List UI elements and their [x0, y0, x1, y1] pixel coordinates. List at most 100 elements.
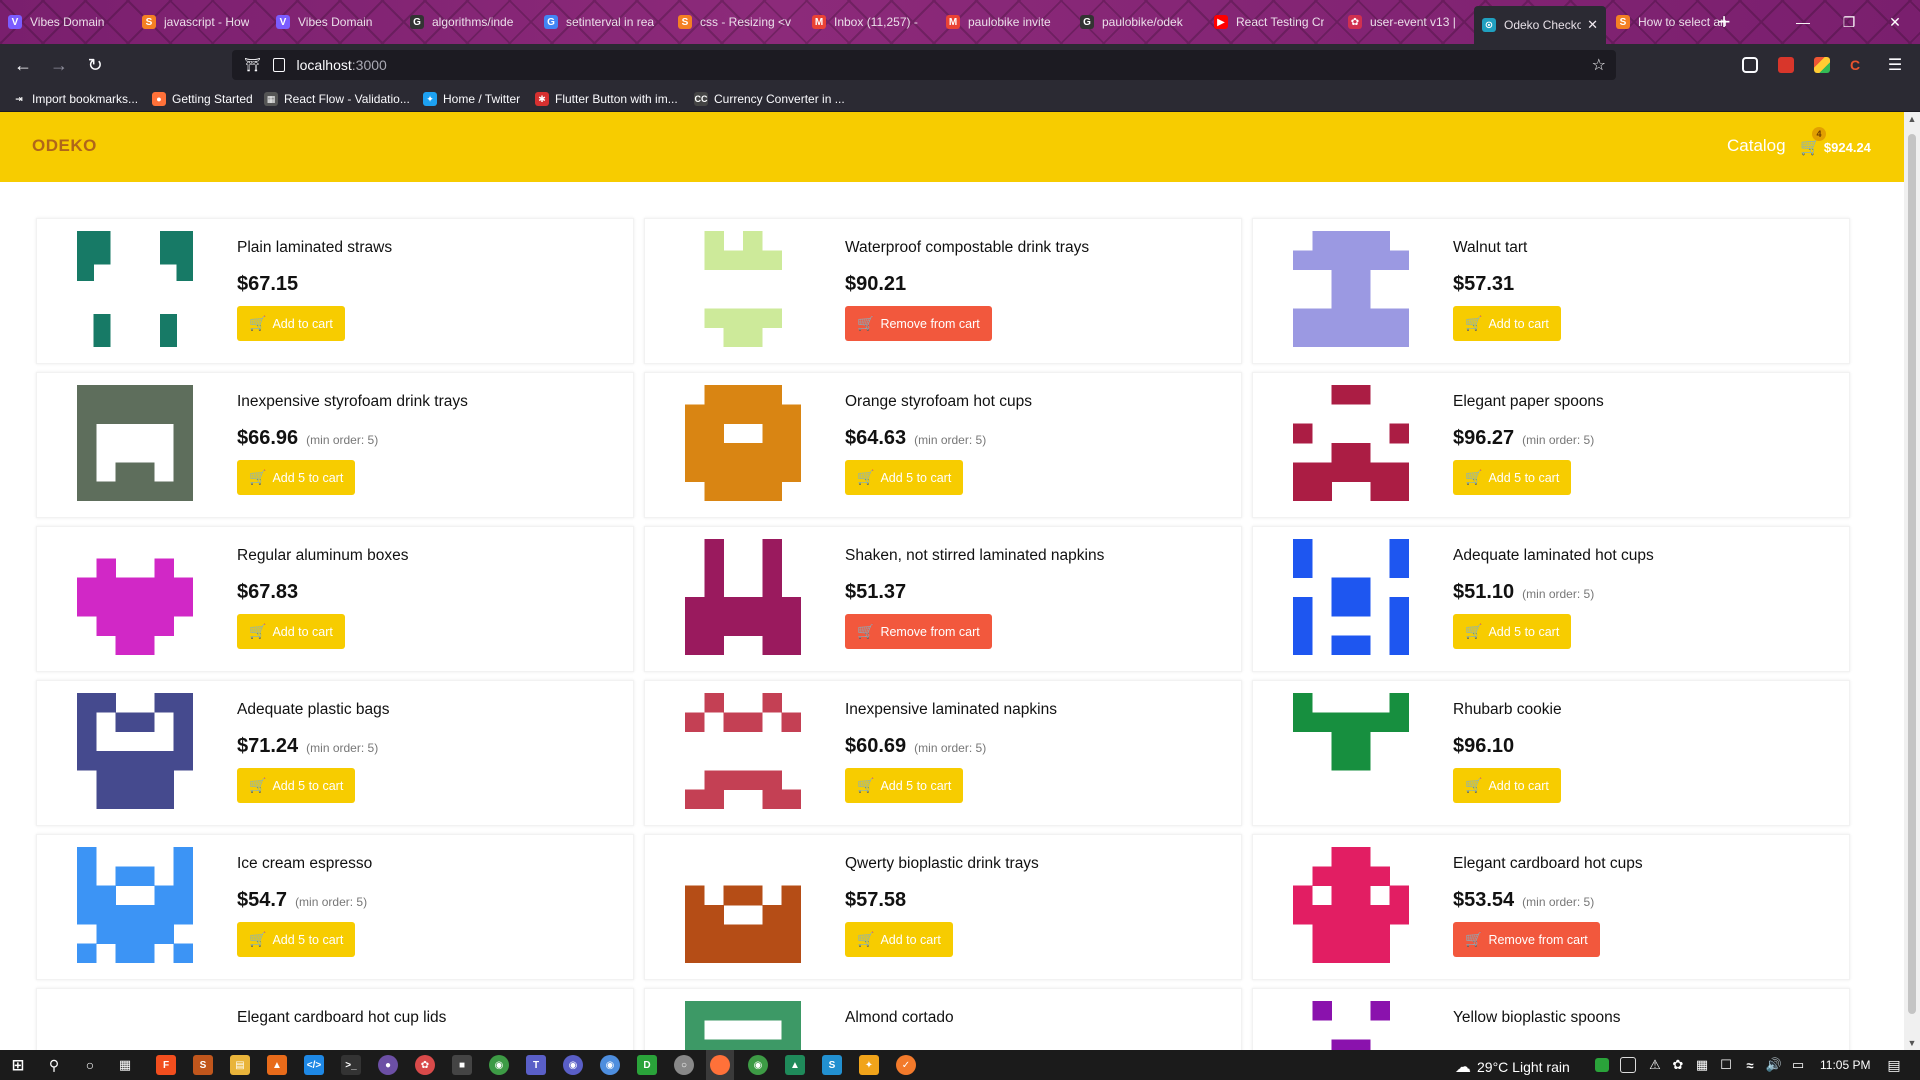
vlc-icon[interactable]: ▲	[267, 1055, 287, 1075]
wifi-icon[interactable]: ≈	[1740, 1055, 1760, 1075]
chrome-icon[interactable]: ◉	[489, 1055, 509, 1075]
c-extension-icon[interactable]: C	[1850, 57, 1866, 73]
app-icon[interactable]: ✦	[859, 1055, 879, 1075]
extension-icon[interactable]	[1778, 57, 1794, 73]
bookmark-item[interactable]: ▦ React Flow - Validatio...	[264, 90, 410, 108]
product-price: $57.31	[1453, 273, 1515, 295]
notifications-icon[interactable]: ▤	[1884, 1055, 1904, 1075]
close-window-icon[interactable]: ✕	[1872, 0, 1918, 44]
app-icon[interactable]: D	[637, 1055, 657, 1075]
remove-from-cart-button[interactable]: 🛒 Remove from cart	[845, 614, 992, 649]
app-icon[interactable]: ■	[452, 1055, 472, 1075]
brand-logo[interactable]: ODEKO	[32, 136, 97, 156]
add-5-to-cart-button[interactable]: 🛒 Add 5 to cart	[1453, 614, 1572, 649]
app-icon[interactable]: ✿	[415, 1055, 435, 1075]
bookmark-label: Currency Converter in ...	[714, 92, 845, 106]
file-explorer-icon[interactable]: ▤	[230, 1055, 250, 1075]
restore-icon[interactable]: ❐	[1826, 0, 1872, 44]
browser-tab[interactable]: Galgorithms/inde	[402, 0, 534, 44]
clock[interactable]: 11:05 PM	[1820, 1058, 1870, 1072]
minimize-icon[interactable]: —	[1780, 0, 1826, 44]
sublime-icon[interactable]: S	[193, 1055, 213, 1075]
url-text[interactable]: localhost:3000	[297, 57, 387, 73]
tray-icon[interactable]: ☐	[1716, 1055, 1736, 1075]
scroll-down-icon[interactable]: ▼	[1904, 1036, 1920, 1050]
bookmark-item[interactable]: ● Getting Started	[152, 90, 253, 108]
add-5-to-cart-button[interactable]: 🛒 Add 5 to cart	[237, 922, 356, 957]
windows-start-icon[interactable]: ⊞	[8, 1055, 28, 1075]
app-icon[interactable]: ◉	[600, 1055, 620, 1075]
tray-icon[interactable]: ▦	[1692, 1055, 1712, 1075]
close-tab-icon[interactable]: ✕	[1587, 17, 1598, 33]
browser-tab[interactable]: Sjavascript - How	[134, 0, 266, 44]
weather-widget[interactable]: ☁ 29°C Light rain	[1455, 1057, 1570, 1077]
bookmark-item[interactable]: CC Currency Converter in ...	[694, 90, 845, 108]
browser-tab[interactable]: ⊙ Odeko Checko ✕	[1474, 6, 1606, 44]
teams-icon[interactable]: T	[526, 1055, 546, 1075]
browser-tab[interactable]: M Inbox (11,257) -	[804, 0, 936, 44]
warning-tray-icon[interactable]: ⚠	[1645, 1055, 1665, 1075]
add-5-to-cart-button[interactable]: 🛒 Add 5 to cart	[845, 460, 964, 495]
add-to-cart-button[interactable]: 🛒 Add to cart	[237, 614, 345, 649]
android-icon[interactable]: ▲	[785, 1055, 805, 1075]
battery-icon[interactable]: ▭	[1788, 1055, 1808, 1075]
add-5-to-cart-button[interactable]: 🛒 Add 5 to cart	[845, 768, 964, 803]
add-5-to-cart-button[interactable]: 🛒 Add 5 to cart	[237, 768, 356, 803]
browser-tab[interactable]: ▶ React Testing Cr	[1206, 0, 1338, 44]
terminal-icon[interactable]: >_	[341, 1055, 361, 1075]
tray-icon[interactable]	[1595, 1058, 1609, 1072]
color-extension-icon[interactable]	[1814, 57, 1830, 73]
task-view-icon[interactable]: ○	[80, 1055, 100, 1075]
browser-tab[interactable]: V Vibes Domain	[0, 0, 132, 44]
add-to-cart-button[interactable]: 🛒 Add to cart	[237, 306, 345, 341]
browser-tab[interactable]: ✿ user-event v13 |	[1340, 0, 1472, 44]
add-5-to-cart-button[interactable]: 🛒 Add 5 to cart	[1453, 460, 1572, 495]
vscode-icon[interactable]: </>	[304, 1055, 324, 1075]
remove-from-cart-button[interactable]: 🛒 Remove from cart	[1453, 922, 1600, 957]
app-icon[interactable]: ◉	[563, 1055, 583, 1075]
cart-button[interactable]: 🛒 4 $924.24	[1800, 127, 1871, 157]
forward-arrow-icon[interactable]: →	[44, 51, 74, 79]
new-tab-button[interactable]: +	[1710, 8, 1738, 36]
product-card: Walnut tart $57.31 🛒 Add to cart	[1252, 218, 1850, 364]
app-icon[interactable]: ●	[378, 1055, 398, 1075]
pocket-icon[interactable]	[1742, 57, 1758, 73]
url-bar[interactable]: ⛩ localhost:3000 ☆	[232, 50, 1616, 80]
add-to-cart-button[interactable]: 🛒 Add to cart	[845, 922, 953, 957]
add-5-to-cart-button[interactable]: 🛒 Add 5 to cart	[237, 460, 356, 495]
browser-tab[interactable]: V Vibes Domain	[268, 0, 400, 44]
volume-icon[interactable]: 🔊	[1764, 1055, 1784, 1075]
skype-icon[interactable]: S	[822, 1055, 842, 1075]
product-identicon-image	[1293, 1001, 1409, 1050]
bookmark-star-icon[interactable]: ☆	[1592, 55, 1606, 75]
add-to-cart-button[interactable]: 🛒 Add to cart	[1453, 306, 1561, 341]
shield-icon[interactable]: ⛩	[244, 57, 261, 73]
browser-tab[interactable]: Gpaulobike/odek	[1072, 0, 1204, 44]
chrome-icon[interactable]: ◉	[748, 1055, 768, 1075]
remove-from-cart-button[interactable]: 🛒 Remove from cart	[845, 306, 992, 341]
bookmark-item[interactable]: ✦ Home / Twitter	[423, 90, 520, 108]
app-icon[interactable]: ○	[674, 1055, 694, 1075]
menu-icon[interactable]: ☰	[1880, 51, 1910, 79]
bookmark-item[interactable]: ✱ Flutter Button with im...	[535, 90, 678, 108]
browser-tab[interactable]: Mpaulobike invite	[938, 0, 1070, 44]
postman-icon[interactable]: ✓	[896, 1055, 916, 1075]
scrollbar-thumb[interactable]	[1908, 134, 1916, 1014]
search-icon[interactable]: ⚲	[44, 1055, 64, 1075]
scrollbar[interactable]: ▲ ▼	[1904, 112, 1920, 1050]
product-info: Rhubarb cookie $96.10 🛒 Add to cart	[1453, 699, 1562, 803]
scroll-up-icon[interactable]: ▲	[1904, 112, 1920, 126]
bookmark-item[interactable]: ⇥ Import bookmarks...	[12, 90, 138, 108]
firefox-icon[interactable]	[706, 1050, 734, 1080]
tray-icon[interactable]: ✿	[1668, 1055, 1688, 1075]
tray-icon[interactable]	[1620, 1057, 1636, 1073]
catalog-link[interactable]: Catalog	[1727, 136, 1786, 156]
browser-tab[interactable]: Scss - Resizing <v	[670, 0, 802, 44]
figma-icon[interactable]: F	[156, 1055, 176, 1075]
product-price: $53.54	[1453, 889, 1515, 911]
reload-icon[interactable]: ↻	[80, 51, 110, 79]
browser-tab[interactable]: Gsetinterval in rea	[536, 0, 668, 44]
back-arrow-icon[interactable]: ←	[8, 51, 38, 79]
add-to-cart-button[interactable]: 🛒 Add to cart	[1453, 768, 1561, 803]
widgets-icon[interactable]: ▦	[115, 1055, 135, 1075]
